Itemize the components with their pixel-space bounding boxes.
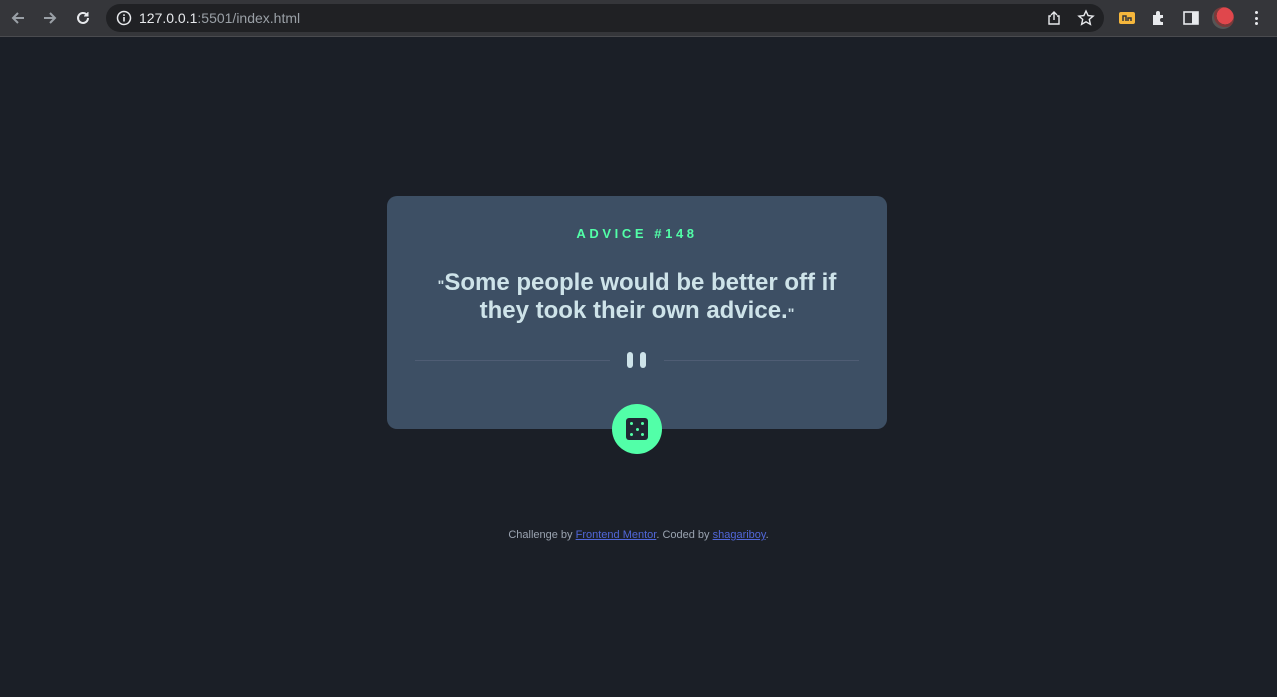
side-panel-icon[interactable] [1182,9,1200,27]
star-icon[interactable] [1077,9,1095,27]
url-text[interactable]: 127.0.0.1:5501/index.html [139,10,300,26]
forward-button[interactable] [38,6,62,30]
back-button[interactable] [6,6,30,30]
quote-open-mark: " [437,277,445,293]
address-bar[interactable]: 127.0.0.1:5501/index.html [106,4,1104,32]
advice-card: ADVICE #148 "Some people would be better… [387,196,887,429]
info-icon[interactable] [116,10,132,26]
arrow-right-icon [44,12,57,24]
arrow-left-icon [11,12,24,24]
browser-toolbar: 127.0.0.1:5501/index.html [0,0,1277,37]
dice-icon [626,418,648,440]
frontend-mentor-link[interactable]: Frontend Mentor [576,529,657,541]
attribution-footer: Challenge by Frontend Mentor. Coded by s… [508,529,769,541]
author-link[interactable]: shagariboy [713,529,766,541]
new-advice-button[interactable] [612,404,662,454]
extension-icon[interactable] [1118,9,1136,27]
reload-icon [77,11,89,24]
profile-avatar[interactable] [1212,7,1234,29]
share-icon[interactable] [1046,10,1062,26]
puzzle-icon[interactable] [1150,9,1168,27]
url-path: :5501/index.html [197,10,301,26]
pause-icon [626,352,648,368]
advice-quote: "Some people would be better off if they… [427,269,847,325]
divider [387,352,887,368]
kebab-menu-icon[interactable] [1247,9,1265,27]
url-host: 127.0.0.1 [139,10,198,26]
advice-number: ADVICE #148 [576,226,698,241]
reload-button[interactable] [71,6,95,30]
advice-text: Some people would be better off if they … [444,269,837,324]
quote-close-mark: " [787,305,795,321]
